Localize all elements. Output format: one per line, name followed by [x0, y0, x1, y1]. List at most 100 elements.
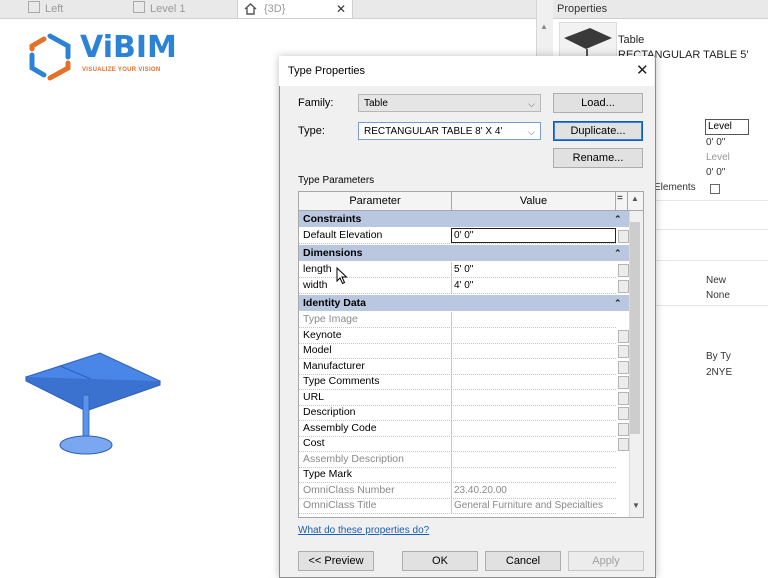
family-dropdown[interactable]: Table ⌵ — [358, 94, 541, 112]
column-header-parameter[interactable]: Parameter — [299, 192, 451, 210]
param-name: width — [303, 279, 328, 291]
param-row-type-image[interactable]: Type Image — [299, 312, 616, 328]
default-elevation-input[interactable] — [451, 228, 616, 243]
param-name: Keynote — [303, 329, 342, 341]
column-header-value[interactable]: Value — [452, 192, 615, 210]
param-name: OmniClass Number — [303, 484, 395, 496]
param-value: General Furniture and Specialties — [454, 500, 603, 511]
dialog-title: Type Properties — [288, 65, 366, 77]
close-icon[interactable]: ✕ — [636, 61, 649, 79]
properties-header: Properties — [553, 0, 768, 19]
cancel-button[interactable]: Cancel — [485, 551, 561, 571]
type-label: Type: — [298, 125, 325, 137]
param-value: 23.40.20.00 — [454, 485, 507, 496]
cell-separator — [451, 343, 452, 358]
home-icon — [244, 3, 257, 15]
apply-button[interactable]: Apply — [568, 551, 644, 571]
associate-parameter-button[interactable] — [618, 280, 629, 293]
associate-parameter-button[interactable] — [618, 230, 629, 243]
collapse-icon[interactable]: ⌃ — [614, 211, 622, 227]
logo-tagline: VISUALIZE YOUR VISION — [82, 67, 161, 73]
param-row-type-comments[interactable]: Type Comments — [299, 374, 629, 390]
group-label: Constraints — [303, 213, 362, 225]
associate-parameter-button[interactable] — [618, 361, 629, 374]
param-row-assembly-description[interactable]: Assembly Description — [299, 452, 616, 468]
associate-parameter-button[interactable] — [618, 345, 629, 358]
param-row-default-elevation[interactable]: Default Elevation 0' 0" — [299, 228, 629, 244]
property-value: 2NYE — [706, 367, 733, 378]
mouse-cursor-icon — [336, 267, 348, 285]
vibim-logo-icon — [29, 33, 71, 81]
load-button[interactable]: Load... — [553, 93, 643, 113]
logo-registered: ® — [168, 36, 174, 43]
column-header-formula[interactable]: = — [617, 193, 623, 204]
duplicate-button[interactable]: Duplicate... — [553, 121, 643, 141]
rename-button[interactable]: Rename... — [553, 148, 643, 168]
tab-level-1[interactable]: Level 1 — [133, 0, 185, 18]
associate-parameter-button[interactable] — [618, 392, 629, 405]
group-identity-data[interactable]: Identity Data ⌃ — [299, 295, 629, 311]
param-row-description[interactable]: Description — [299, 405, 629, 421]
tab-3d-view[interactable]: {3D} ✕ — [237, 0, 353, 18]
type-dropdown[interactable]: RECTANGULAR TABLE 8' X 4' ⌵ — [358, 122, 541, 140]
tab-left-view[interactable]: Left — [28, 0, 63, 18]
param-name: Default Elevation — [303, 229, 383, 241]
param-name: OmniClass Title — [303, 499, 377, 511]
level-field[interactable]: Level — [705, 119, 749, 135]
collapse-icon[interactable]: ⌃ — [614, 295, 622, 311]
param-name: Description — [303, 406, 356, 418]
group-label: Identity Data — [303, 297, 367, 309]
property-value: Level — [706, 152, 730, 163]
cell-separator — [451, 421, 452, 436]
divider — [655, 229, 768, 230]
property-value: None — [706, 290, 730, 301]
param-row-cost[interactable]: Cost — [299, 436, 629, 452]
param-value: 0' 0" — [454, 230, 474, 241]
divider — [655, 305, 768, 306]
ok-button[interactable]: OK — [402, 551, 478, 571]
param-row-model[interactable]: Model — [299, 343, 629, 359]
logo-wordmark: ViBIM — [80, 30, 177, 65]
divider — [655, 260, 768, 261]
cell-separator — [451, 390, 452, 405]
chevron-down-icon: ⌵ — [528, 127, 535, 137]
associate-parameter-button[interactable] — [618, 438, 629, 451]
param-name: Model — [303, 344, 332, 356]
cell-separator — [451, 359, 452, 374]
cell-separator — [451, 498, 452, 513]
param-name: Type Comments — [303, 375, 380, 387]
scroll-down-icon[interactable]: ▼ — [632, 501, 640, 510]
view-icon — [28, 1, 40, 13]
scroll-up-icon[interactable]: ▲ — [540, 22, 548, 31]
cell-separator — [451, 452, 452, 467]
cell-separator — [451, 328, 452, 343]
param-row-type-mark[interactable]: Type Mark — [299, 467, 616, 483]
type-value: RECTANGULAR TABLE 8' X 4' — [364, 126, 503, 137]
column-separator — [627, 192, 628, 210]
associate-parameter-button[interactable] — [618, 423, 629, 436]
scroll-up-icon[interactable]: ▲ — [631, 194, 639, 203]
scrollbar-thumb[interactable] — [630, 222, 640, 434]
param-row-keynote[interactable]: Keynote — [299, 328, 629, 344]
elements-checkbox[interactable] — [710, 184, 720, 194]
associate-parameter-button[interactable] — [618, 264, 629, 277]
close-tab-icon[interactable]: ✕ — [336, 0, 346, 18]
cell-separator — [451, 436, 452, 451]
associate-parameter-button[interactable] — [618, 376, 629, 389]
param-row-omniclass-number[interactable]: OmniClass Number 23.40.20.00 — [299, 483, 616, 499]
param-row-assembly-code[interactable]: Assembly Code — [299, 421, 629, 437]
table-3d-model[interactable] — [20, 345, 170, 465]
help-link[interactable]: What do these properties do? — [298, 525, 429, 536]
group-constraints[interactable]: Constraints ⌃ — [299, 211, 629, 227]
collapse-icon[interactable]: ⌃ — [614, 245, 622, 261]
grid-header: Parameter Value = ▲ — [299, 192, 643, 211]
param-row-manufacturer[interactable]: Manufacturer — [299, 359, 629, 375]
type-family-name: Table — [618, 34, 645, 46]
group-dimensions[interactable]: Dimensions ⌃ — [299, 245, 629, 261]
param-row-omniclass-title[interactable]: OmniClass Title General Furniture and Sp… — [299, 498, 616, 514]
preview-button[interactable]: << Preview — [298, 551, 374, 571]
param-row-url[interactable]: URL — [299, 390, 629, 406]
param-name: Type Image — [303, 313, 358, 325]
associate-parameter-button[interactable] — [618, 330, 629, 343]
associate-parameter-button[interactable] — [618, 407, 629, 420]
